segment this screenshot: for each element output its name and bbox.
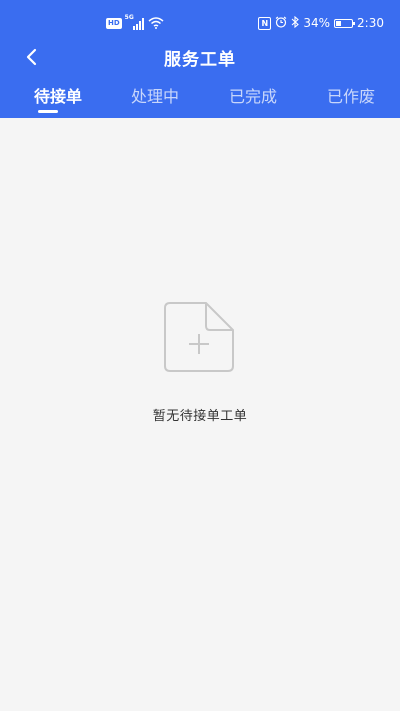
nfc-icon: N <box>258 16 272 30</box>
tab-label: 待接单 <box>33 87 82 106</box>
status-left: HD 5G <box>106 14 164 33</box>
tab-label: 处理中 <box>130 87 179 106</box>
clock: 2:30 <box>357 16 384 30</box>
bluetooth-icon <box>291 15 300 31</box>
status-right: N 34% 2:30 <box>258 14 384 32</box>
hd-badge: HD <box>106 17 122 29</box>
status-tabs: 待接单 处理中 已完成 已作废 <box>0 84 400 118</box>
network-type: 5G <box>124 14 134 21</box>
tab-pending[interactable]: 待接单 <box>10 84 106 118</box>
signal-icon: 5G <box>124 14 145 30</box>
tab-label: 已作废 <box>326 87 375 106</box>
status-bar: HD 5G N 34% 2:30 <box>0 0 400 44</box>
battery-icon <box>334 18 356 28</box>
battery-percent: 34% <box>303 16 331 30</box>
tab-voided[interactable]: 已作废 <box>303 84 399 118</box>
tab-completed[interactable]: 已完成 <box>205 84 301 118</box>
tab-processing[interactable]: 处理中 <box>107 84 203 118</box>
add-document-icon <box>164 302 234 372</box>
active-tab-indicator <box>38 110 58 113</box>
wifi-icon <box>148 14 164 33</box>
empty-message: 暂无待接单工单 <box>152 409 248 424</box>
battery-fill <box>336 20 342 26</box>
tab-label: 已完成 <box>228 87 277 106</box>
page-title: 服务工单 <box>164 50 236 70</box>
nav-bar: 服务工单 <box>0 40 400 74</box>
app-header: HD 5G N 34% 2:30 服务工单 待接单 处理中 已完成 已作废 <box>0 0 400 118</box>
alarm-icon <box>275 16 287 31</box>
